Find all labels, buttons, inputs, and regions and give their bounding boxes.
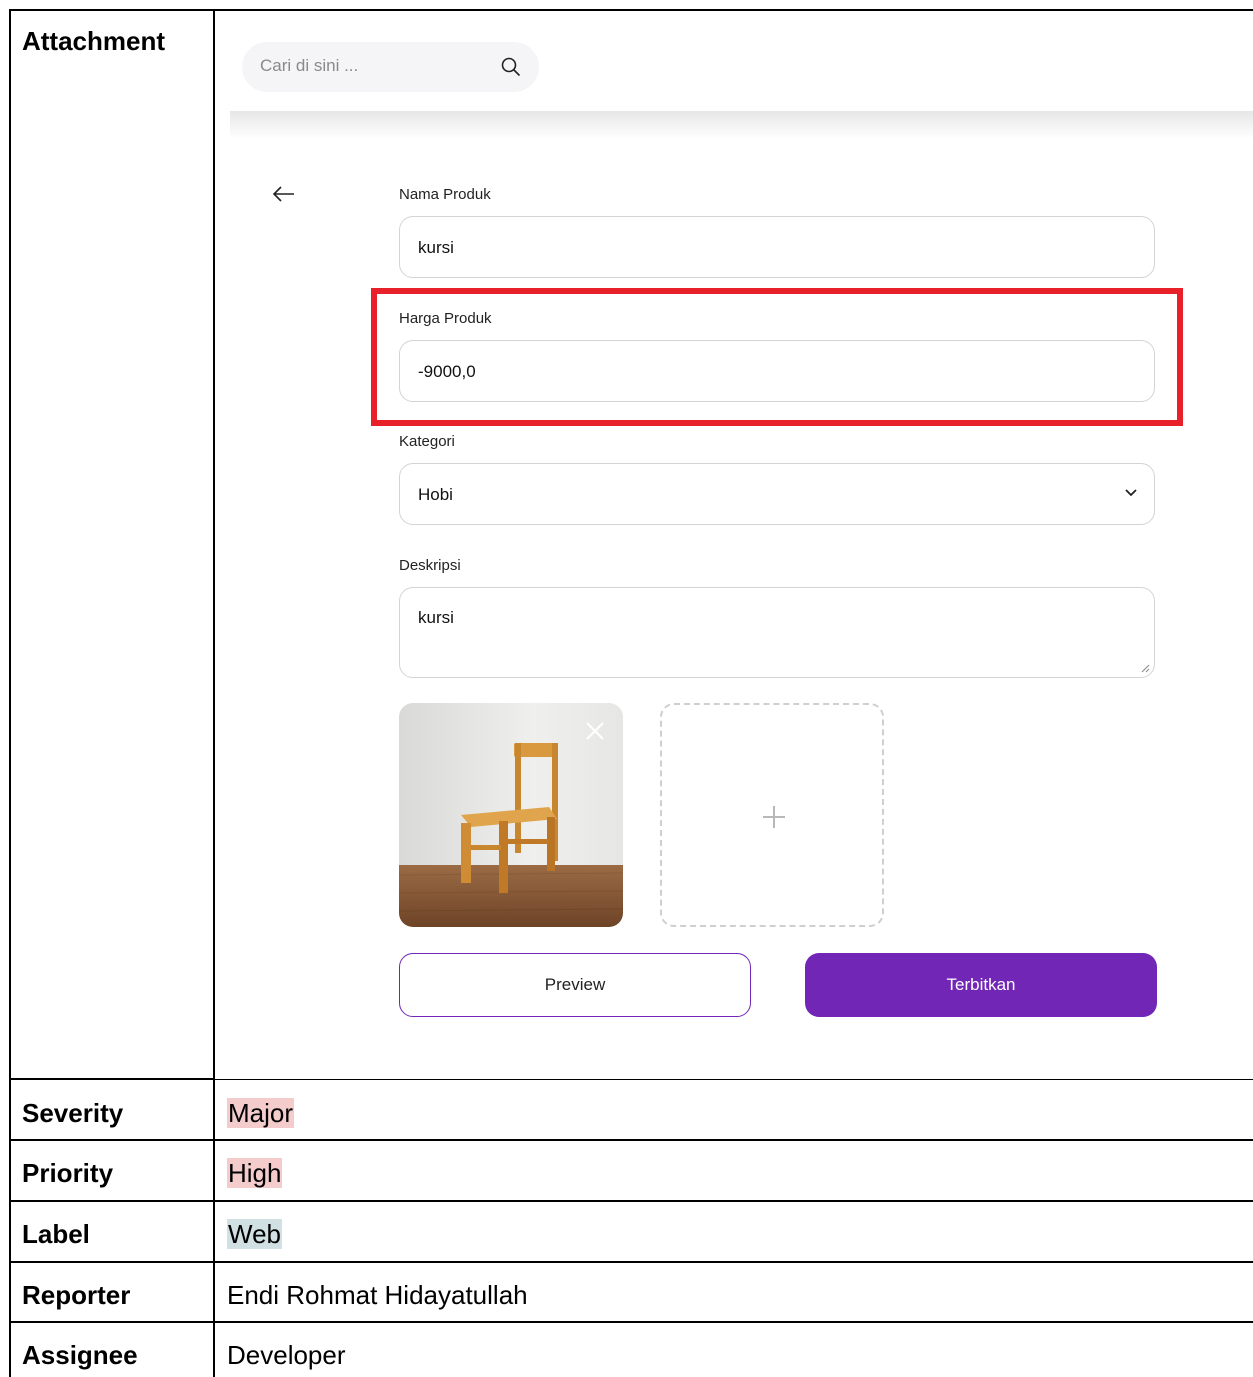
priority-label: Priority — [22, 1158, 114, 1188]
label-badge: Web — [227, 1219, 282, 1249]
severity-label: Severity — [22, 1098, 124, 1128]
severity-value: Major — [227, 1098, 295, 1128]
search-bar[interactable]: Cari di sini ... — [242, 42, 539, 92]
nama-produk-value: kursi — [418, 238, 454, 257]
search-icon[interactable] — [500, 56, 522, 78]
publish-button[interactable]: Terbitkan — [805, 953, 1157, 1017]
bug-report-table: Attachment Severity Priority Label Repor… — [9, 9, 1253, 1377]
search-input[interactable]: Cari di sini ... — [260, 56, 358, 76]
plus-icon — [763, 806, 785, 828]
chevron-down-icon — [1125, 489, 1137, 497]
header-shadow — [230, 111, 1253, 139]
resize-handle-icon[interactable] — [1141, 664, 1150, 673]
row-divider — [9, 1321, 1253, 1323]
kategori-select[interactable]: Hobi — [399, 463, 1155, 525]
label-value: Web — [227, 1219, 282, 1249]
assignee-value: Developer — [227, 1340, 346, 1370]
deskripsi-label: Deskripsi — [399, 557, 461, 574]
preview-button[interactable]: Preview — [399, 953, 751, 1017]
highlight-box — [371, 288, 1183, 426]
assignee-label: Assignee — [22, 1340, 138, 1370]
reporter-label: Reporter — [22, 1280, 131, 1310]
close-icon[interactable] — [585, 721, 605, 741]
reporter-value: Endi Rohmat Hidayatullah — [227, 1280, 528, 1310]
deskripsi-value: kursi — [418, 608, 454, 627]
row-divider — [9, 1200, 1253, 1202]
attachment-label: Attachment — [22, 26, 166, 56]
attachment-screenshot: Cari di sini ... Nama Produk kursi Harga… — [215, 11, 1253, 1079]
label-label: Label — [22, 1219, 90, 1249]
kategori-label: Kategori — [399, 433, 455, 450]
product-photo — [399, 703, 623, 927]
add-photo-button[interactable] — [660, 703, 884, 927]
priority-value: High — [227, 1158, 283, 1188]
priority-badge: High — [227, 1158, 283, 1188]
table-border-left — [9, 9, 11, 1377]
nama-produk-input[interactable]: kursi — [399, 216, 1155, 278]
nama-produk-label: Nama Produk — [399, 186, 491, 203]
row-divider — [9, 1139, 1253, 1141]
arrow-left-icon[interactable] — [271, 184, 297, 204]
kategori-value: Hobi — [418, 485, 453, 504]
row-divider — [9, 1261, 1253, 1263]
severity-badge: Major — [227, 1098, 295, 1128]
deskripsi-textarea[interactable]: kursi — [399, 587, 1155, 678]
